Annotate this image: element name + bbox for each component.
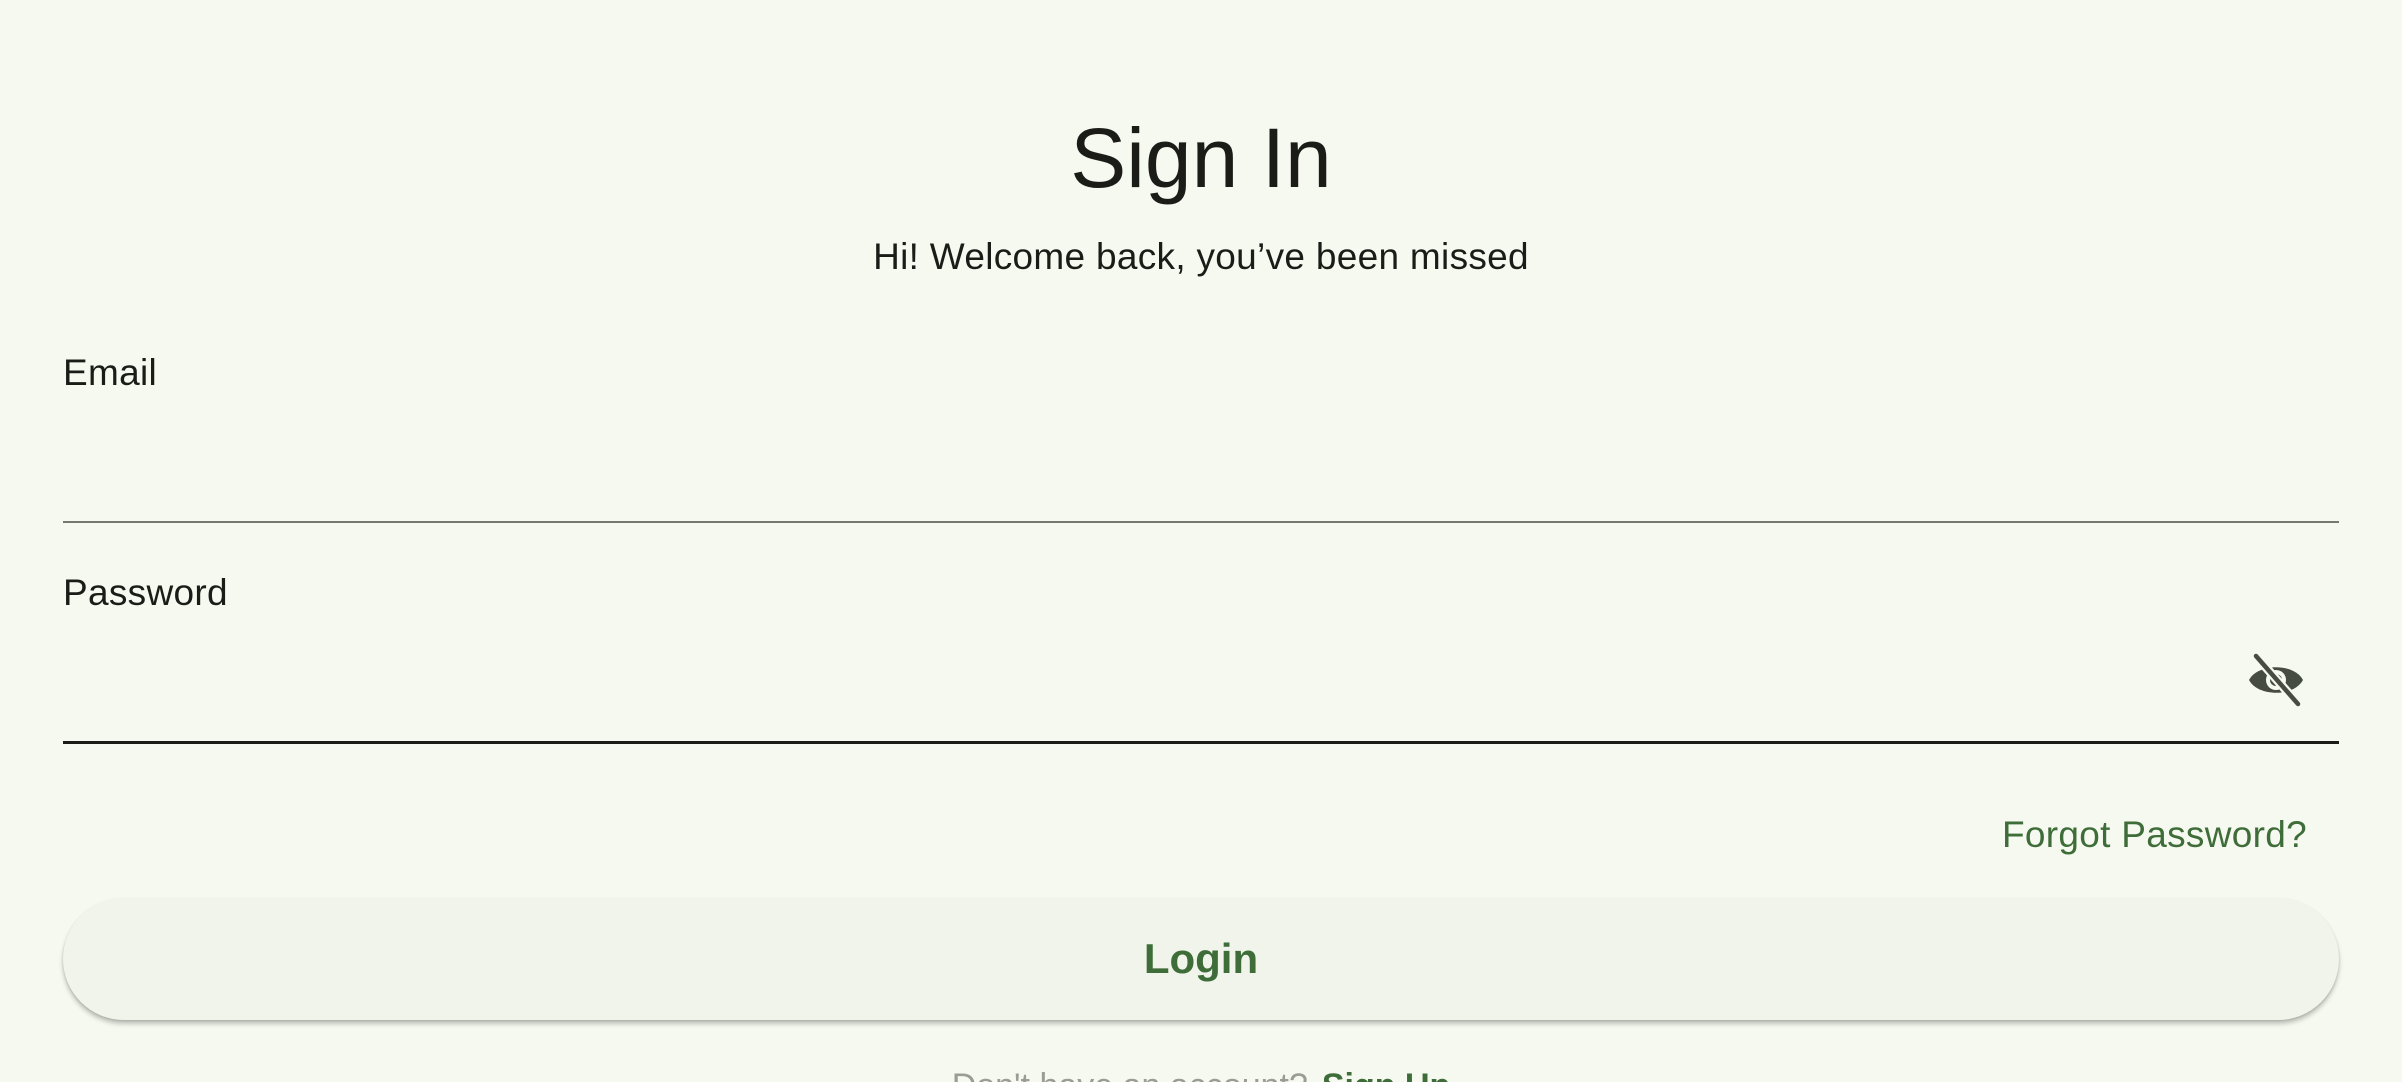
toggle-password-visibility-button[interactable] [2240, 651, 2312, 712]
sign-in-screen: Sign In Hi! Welcome back, you’ve been mi… [0, 0, 2402, 1082]
login-button[interactable]: Login [63, 898, 2339, 1020]
email-field[interactable] [63, 450, 2339, 510]
page-subtitle: Hi! Welcome back, you’ve been missed [873, 236, 1529, 277]
password-field[interactable] [63, 652, 2223, 712]
signup-prompt: Don't have an account? [952, 1067, 1308, 1082]
forgot-password-link[interactable]: Forgot Password? [2002, 812, 2307, 858]
signup-row: Don't have an account? Sign Up [0, 1064, 2402, 1082]
login-button-label: Login [1143, 935, 1259, 982]
email-underline [63, 521, 2339, 523]
signup-link[interactable]: Sign Up [1322, 1067, 1450, 1082]
password-underline [63, 741, 2339, 744]
visibility-off-icon [2246, 651, 2306, 712]
email-label: Email [63, 352, 158, 393]
page-title: Sign In [1070, 111, 1332, 205]
password-label: Password [63, 572, 228, 613]
